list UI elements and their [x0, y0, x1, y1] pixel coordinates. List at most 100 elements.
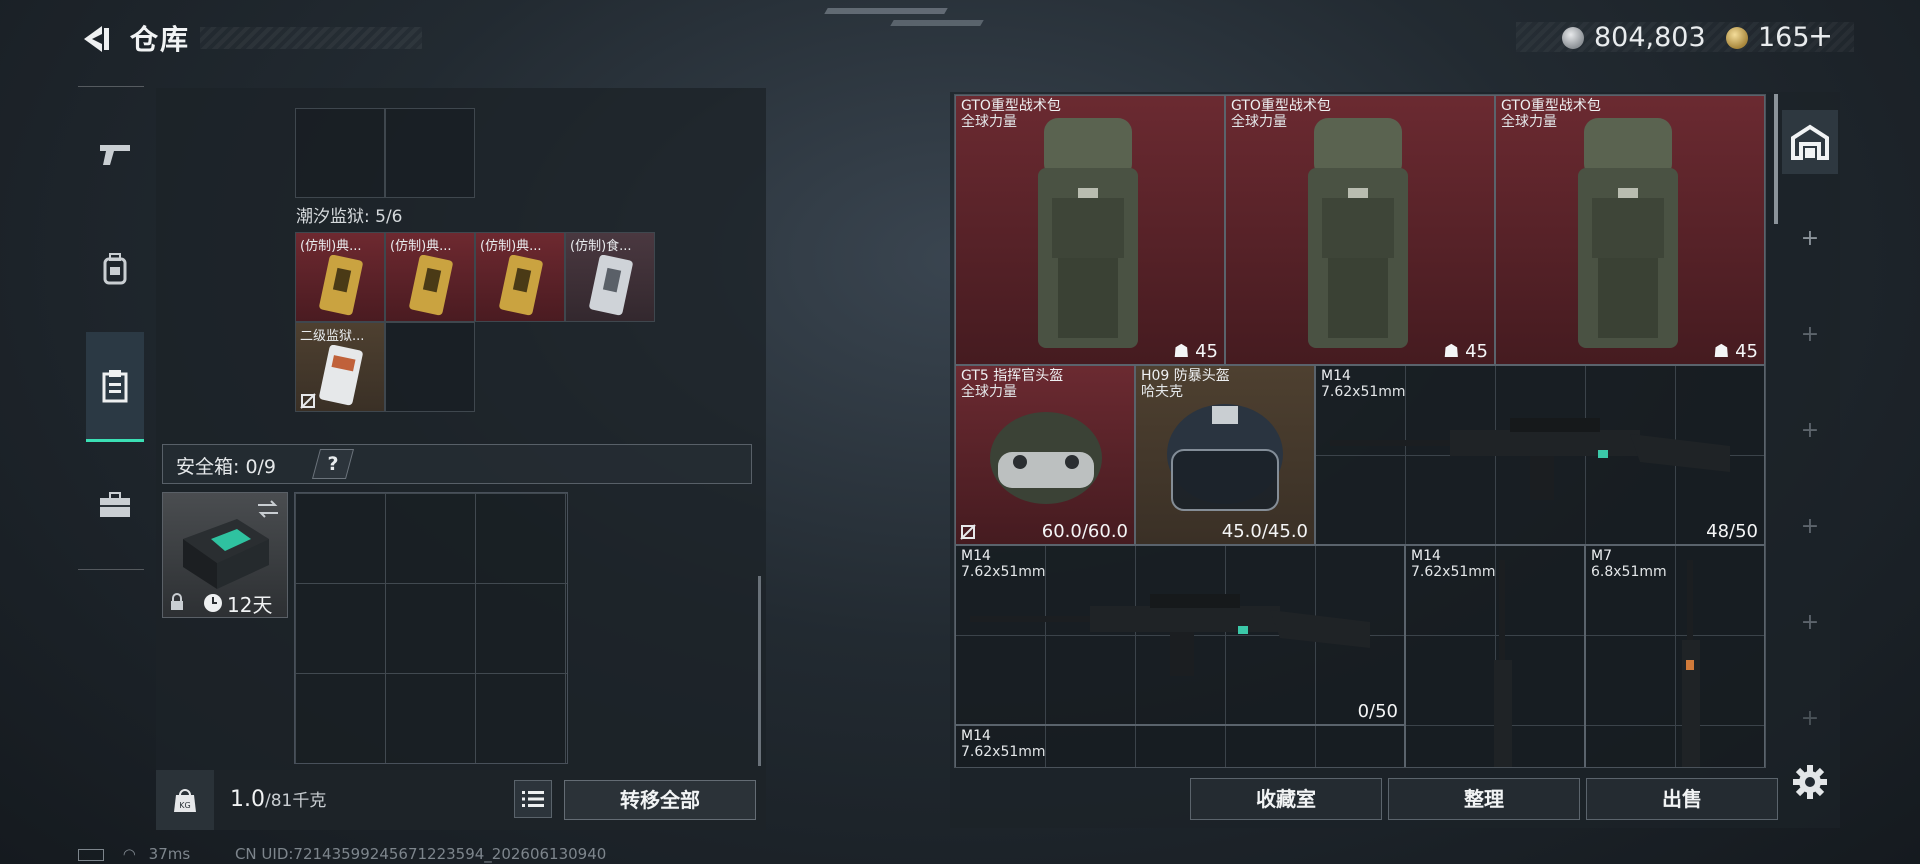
inventory-item-backpack[interactable]: GTO重型战术包 全球力量 ☗ 45	[955, 95, 1225, 365]
plus-icon: +	[1800, 225, 1820, 251]
safe-box-label: 安全箱: 0/9	[176, 456, 277, 478]
transfer-all-button[interactable]: 转移全部	[564, 780, 756, 820]
warehouse-tab-add[interactable]: +	[1782, 302, 1838, 366]
backpack-icon	[103, 253, 127, 285]
nav-equipment[interactable]	[86, 240, 144, 298]
inventory-item-rifle-vertical[interactable]: M14 7.62x51mm	[1405, 545, 1585, 767]
plus-icon: +	[1800, 513, 1820, 539]
inventory-item-backpack[interactable]: GTO重型战术包 全球力量 ☗ 45	[1495, 95, 1765, 365]
item-value: ☗ 45	[1173, 341, 1218, 362]
item-name: M14	[961, 728, 991, 744]
item-value-number: 45	[1195, 341, 1218, 362]
item-value: ☗ 45	[1443, 341, 1488, 362]
weight-value: 1.0	[230, 787, 265, 812]
item-slot[interactable]: 二级监狱...	[295, 322, 385, 412]
warehouse-tab-add[interactable]: +	[1782, 686, 1838, 750]
settings-gear-icon[interactable]	[1792, 764, 1828, 800]
back-arrow-icon[interactable]	[78, 22, 112, 56]
item-slot[interactable]: (仿制)典...	[295, 232, 385, 322]
item-label: (仿制)典...	[300, 239, 362, 254]
silver-coin-icon	[1562, 27, 1584, 49]
silver-currency-value: 804,803	[1594, 22, 1706, 53]
safe-box-grid[interactable]	[294, 492, 568, 764]
wifi-icon: ◠	[122, 845, 136, 863]
weight-capacity: /81千克	[265, 791, 327, 811]
safe-case-icon	[183, 519, 269, 589]
plus-icon: +	[1800, 609, 1820, 635]
riot-helmet-icon	[1167, 404, 1283, 511]
item-slot[interactable]: (仿制)典...	[385, 232, 475, 322]
no-trade-icon	[960, 524, 976, 540]
helmet-icon	[990, 412, 1102, 504]
inventory-item-rifle-vertical[interactable]: M7 6.8x51mm	[1585, 545, 1765, 767]
item-brand: 7.62x51mm	[1321, 384, 1406, 400]
nav-weapons[interactable]	[86, 124, 144, 182]
organize-button[interactable]: 整理	[1388, 778, 1580, 820]
item-name: H09 防暴头盔	[1141, 368, 1230, 384]
item-ammo: 48/50	[1706, 521, 1758, 542]
item-ammo: 0/50	[1357, 701, 1398, 722]
inventory-item-rifle[interactable]: M14 7.62x51mm 0/50	[955, 545, 1405, 725]
clipboard-icon	[102, 369, 128, 402]
help-icon: ?	[327, 453, 339, 475]
lock-icon	[171, 593, 183, 610]
sell-button[interactable]: 出售	[1586, 778, 1778, 820]
item-name: M14	[961, 548, 991, 564]
add-currency-button[interactable]: +	[1808, 19, 1833, 54]
warehouse-scrollbar[interactable]	[1774, 94, 1778, 224]
inventory-item-helmet[interactable]: H09 防暴头盔 哈夫克 45.0/45.0	[1135, 365, 1315, 545]
item-value-number: 45	[1735, 341, 1758, 362]
item-label: (仿制)典...	[480, 239, 542, 254]
inventory-item-backpack[interactable]: GTO重型战术包 全球力量 ☗ 45	[1225, 95, 1495, 365]
inventory-item-rifle[interactable]: M14 7.62x51mm 48/50	[1315, 365, 1765, 545]
warehouse-tab-add[interactable]: +	[1782, 590, 1838, 654]
grid-cell[interactable]	[295, 108, 385, 198]
warehouse-tab-add[interactable]: +	[1782, 398, 1838, 462]
briefcase-icon	[100, 492, 130, 517]
status-bar: ◠ 37ms CN UID:72143599245671223594_20260…	[78, 845, 606, 863]
inventory-item-helmet[interactable]: GT5 指挥官头盔 全球力量 60.0/60.0	[955, 365, 1135, 545]
left-scrollbar[interactable]	[758, 576, 761, 766]
item-value: ☗ 45	[1713, 341, 1758, 362]
grid-cell[interactable]	[385, 322, 475, 412]
top-container-grid	[295, 108, 475, 198]
clock-icon	[204, 594, 222, 612]
backpack-icon	[1038, 118, 1138, 348]
safe-box-item[interactable]: 12天	[162, 492, 288, 618]
item-name: M7	[1591, 548, 1612, 564]
gold-keycard-icon	[409, 255, 453, 316]
title-decor	[200, 27, 422, 49]
nav-toolbox[interactable]	[86, 476, 144, 534]
item-name: GT5 指挥官头盔	[961, 368, 1064, 384]
list-view-button[interactable]	[514, 780, 552, 818]
item-name: M14	[1321, 368, 1351, 384]
battery-icon	[78, 848, 104, 861]
warehouse-tab-add[interactable]: +	[1782, 206, 1838, 270]
no-trade-icon	[300, 393, 316, 409]
safe-box-help-button[interactable]: ?	[311, 449, 355, 479]
silver-keycard-icon	[589, 255, 633, 316]
inventory-item-rifle[interactable]: M14 7.62x51mm	[955, 725, 1405, 767]
item-brand: 7.62x51mm	[961, 744, 1046, 760]
item-brand: 全球力量	[1501, 114, 1557, 130]
warehouse-tab-main[interactable]	[1782, 110, 1838, 174]
grid-cell[interactable]	[385, 108, 475, 198]
container-section-label: 潮汐监狱: 5/6	[296, 207, 403, 227]
rifle-icon	[970, 594, 1370, 676]
item-slot[interactable]: (仿制)典...	[475, 232, 565, 322]
backpack-icon	[1308, 118, 1408, 348]
nav-storage[interactable]	[86, 332, 144, 442]
item-value-number: 45	[1465, 341, 1488, 362]
item-slot[interactable]: (仿制)食...	[565, 232, 655, 322]
warehouse-tab-add[interactable]: +	[1782, 494, 1838, 558]
item-label: 二级监狱...	[300, 329, 365, 344]
warehouse-grid: GTO重型战术包 全球力量 ☗ 45 GTO重型战术包 全球力量 ☗ 45 GT…	[954, 94, 1766, 768]
access-card-icon	[319, 345, 363, 406]
swap-icon[interactable]	[255, 499, 281, 519]
weight-icon-box: KG	[156, 770, 214, 830]
list-icon	[522, 791, 544, 807]
warehouse-icon	[1791, 124, 1829, 160]
uid-text: CN UID:72143599245671223594_202606130940	[234, 845, 607, 863]
collection-room-button[interactable]: 收藏室	[1190, 778, 1382, 820]
item-label: (仿制)食...	[570, 239, 632, 254]
